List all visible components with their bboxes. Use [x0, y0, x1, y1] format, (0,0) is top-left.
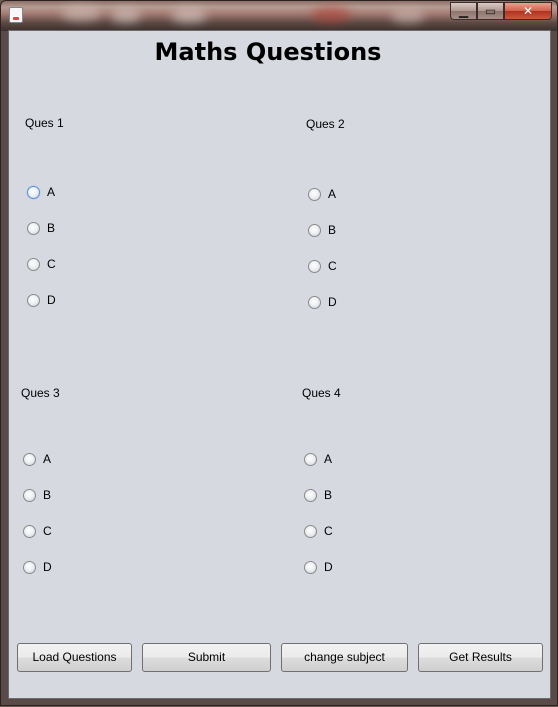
option-label: B [328, 223, 337, 237]
radio-button-icon[interactable] [23, 453, 36, 466]
question-3-label: Ques 3 [21, 386, 60, 400]
radio-button-icon[interactable] [23, 561, 36, 574]
question-2-label: Ques 2 [306, 117, 345, 131]
radio-button-icon[interactable] [23, 489, 36, 502]
option-label: A [328, 187, 337, 201]
option-label: B [43, 488, 52, 502]
option-label: C [328, 259, 337, 273]
radio-button-icon[interactable] [308, 296, 321, 309]
option-label: D [43, 560, 52, 574]
option-label: C [43, 524, 52, 538]
radio-button-icon[interactable] [27, 222, 40, 235]
radio-button-icon[interactable] [304, 525, 317, 538]
submit-button[interactable]: Submit [142, 643, 271, 672]
option-label: B [324, 488, 333, 502]
radio-button-icon[interactable] [27, 258, 40, 271]
load-questions-button[interactable]: Load Questions [17, 643, 132, 672]
radio-button-icon[interactable] [27, 186, 40, 199]
question-4-label: Ques 4 [302, 386, 341, 400]
radio-button-icon[interactable] [27, 294, 40, 307]
form-layer: Maths Questions Ques 1 A B C D Ques 2 A … [1, 1, 558, 707]
app-window: ▁ ▭ ✕ Maths Questions Ques 1 A B C D Que… [0, 0, 558, 706]
option-label: D [328, 295, 337, 309]
option-label: C [47, 257, 56, 271]
radio-button-icon[interactable] [308, 224, 321, 237]
change-subject-button[interactable]: change subject [281, 643, 408, 672]
radio-button-icon[interactable] [304, 489, 317, 502]
option-label: C [324, 524, 333, 538]
radio-button-icon[interactable] [304, 453, 317, 466]
option-label: B [47, 221, 56, 235]
radio-button-icon[interactable] [23, 525, 36, 538]
page-title: Maths Questions [154, 38, 382, 66]
radio-button-icon[interactable] [304, 561, 317, 574]
option-label: A [324, 452, 333, 466]
option-label: D [47, 293, 56, 307]
radio-button-icon[interactable] [308, 260, 321, 273]
get-results-button[interactable]: Get Results [418, 643, 543, 672]
question-1-label: Ques 1 [25, 116, 64, 130]
option-label: A [43, 452, 52, 466]
option-label: D [324, 560, 333, 574]
option-label: A [47, 185, 56, 199]
radio-button-icon[interactable] [308, 188, 321, 201]
